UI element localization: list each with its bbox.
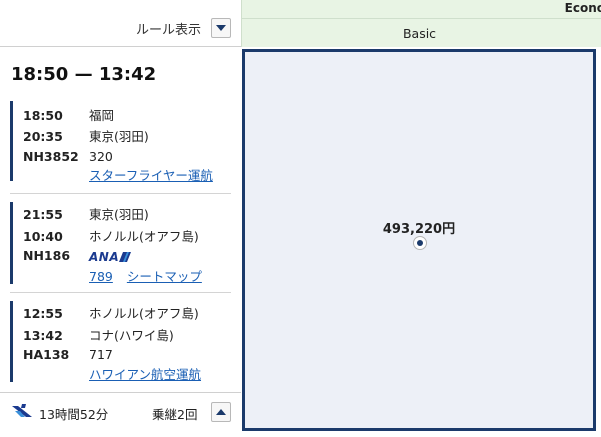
- chevron-up-icon: [216, 409, 226, 415]
- arrival-airport: ホノルル(オアフ島): [89, 229, 199, 244]
- operator-link[interactable]: ハワイアン航空運航: [89, 367, 201, 382]
- flight-number: NH186: [23, 248, 71, 263]
- segment-arrival: 13:42 コナ(ハワイ島): [23, 325, 174, 344]
- flight-segment: 18:50 福岡 20:35 東京(羽田) NH3852 320 スターフライヤー運航: [10, 101, 231, 184]
- arrival-time: 20:35: [23, 129, 63, 144]
- itinerary-footer: 13時間52分 乗継2回: [0, 392, 241, 437]
- departure-time: 12:55: [23, 306, 63, 321]
- itinerary-panel: ルール表示 18:50 — 13:42 18:50 福岡 20:35 東京(羽田) …: [0, 0, 241, 437]
- arrival-airport: 東京(羽田): [89, 129, 149, 144]
- airline-plane-icon: [12, 404, 32, 417]
- segment-divider: [10, 193, 231, 194]
- rules-toggle-row: ルール表示: [0, 0, 241, 47]
- fare-class-header: Econo: [241, 0, 601, 19]
- chevron-down-icon: [216, 25, 226, 31]
- aircraft-links-row: 789 シートマップ: [89, 266, 202, 285]
- segment-departure: 18:50 福岡: [23, 105, 114, 124]
- flight-segment: 21:55 東京(羽田) 10:40 ホノルル(オアフ島) NH186 ANA 789…: [10, 202, 231, 284]
- fare-type-header: Basic: [241, 19, 601, 47]
- fare-select-radio[interactable]: [413, 236, 427, 250]
- segment-flight-info: HA138 717: [23, 347, 113, 362]
- segment-departure: 12:55 ホノルル(オアフ島): [23, 303, 199, 322]
- segment-divider: [10, 292, 231, 293]
- fare-class-label: Econo: [564, 1, 601, 15]
- radio-selected-dot: [417, 240, 423, 246]
- ana-logo: ANA: [89, 249, 120, 264]
- total-duration: 13時間52分: [39, 407, 109, 422]
- seat-map-link[interactable]: シートマップ: [127, 269, 202, 284]
- route-time-range: 18:50 — 13:42: [11, 64, 157, 85]
- operator-link-row: スターフライヤー運航: [89, 165, 213, 184]
- collapse-details-button[interactable]: [211, 402, 231, 422]
- ana-wing-icon: [119, 251, 132, 262]
- rules-label: ルール表示: [135, 23, 201, 38]
- segment-arrival: 10:40 ホノルル(オアフ島): [23, 226, 199, 245]
- fare-option-cell[interactable]: 493,220円: [242, 49, 596, 431]
- rules-expand-button[interactable]: [211, 18, 231, 38]
- segment-arrival: 20:35 東京(羽田): [23, 126, 149, 145]
- operator-link-row: ハワイアン航空運航: [89, 364, 201, 383]
- departure-airport: 東京(羽田): [89, 207, 149, 222]
- fare-price: 493,220円: [382, 222, 456, 237]
- departure-airport: ホノルル(オアフ島): [89, 306, 199, 321]
- aircraft-type: 320: [89, 149, 113, 164]
- aircraft-type: 717: [89, 347, 113, 362]
- flight-number: NH3852: [23, 149, 79, 164]
- aircraft-type-link[interactable]: 789: [89, 269, 113, 284]
- departure-time: 21:55: [23, 207, 63, 222]
- flight-number: HA138: [23, 347, 70, 362]
- fare-type-label: Basic: [402, 26, 437, 41]
- transfer-count: 乗継2回: [152, 407, 198, 422]
- flight-segment: 12:55 ホノルル(オアフ島) 13:42 コナ(ハワイ島) HA138 717 ハ…: [10, 301, 231, 382]
- arrival-time: 10:40: [23, 229, 63, 244]
- departure-time: 18:50: [23, 108, 63, 123]
- segment-flight-info: NH186 ANA: [23, 248, 132, 264]
- arrival-time: 13:42: [23, 328, 63, 343]
- operator-link[interactable]: スターフライヤー運航: [89, 168, 213, 183]
- arrival-airport: コナ(ハワイ島): [89, 328, 174, 343]
- departure-airport: 福岡: [89, 108, 115, 123]
- segment-departure: 21:55 東京(羽田): [23, 204, 149, 223]
- segment-flight-info: NH3852 320: [23, 149, 113, 164]
